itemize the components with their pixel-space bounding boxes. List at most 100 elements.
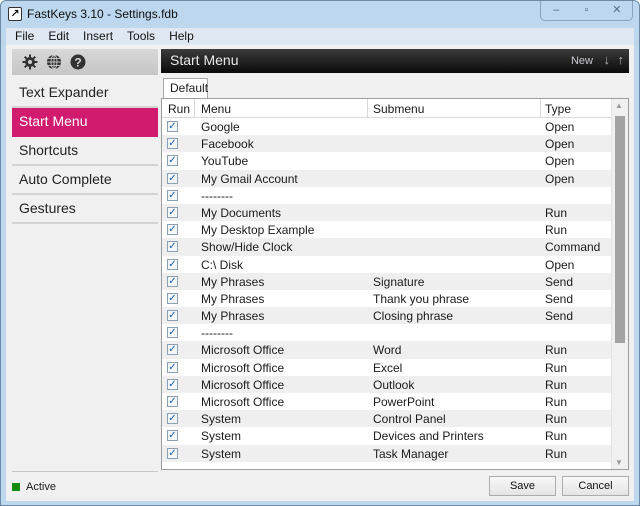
- column-divider[interactable]: [194, 99, 195, 118]
- menu-insert[interactable]: Insert: [83, 28, 113, 45]
- table-row[interactable]: ✓ My Phrases Thank you phrase Send: [162, 290, 612, 307]
- sidebar-item-gestures[interactable]: Gestures: [12, 195, 158, 224]
- table-row[interactable]: ✓ Google Open: [162, 118, 612, 135]
- table-row[interactable]: ✓ My Gmail Account Open: [162, 169, 612, 187]
- help-icon[interactable]: ?: [70, 54, 86, 70]
- sidebar-item-text-expander[interactable]: Text Expander: [12, 79, 158, 108]
- move-down-icon[interactable]: ↓: [604, 52, 611, 67]
- globe-icon[interactable]: [46, 54, 62, 70]
- gear-icon[interactable]: [22, 54, 38, 70]
- run-checkbox[interactable]: ✓: [167, 447, 178, 459]
- client-area: ? Text Expander Start Menu Shortcuts Aut…: [6, 45, 634, 501]
- table-row[interactable]: ✓ Microsoft Office PowerPoint Run: [162, 393, 612, 410]
- menu-cell: Show/Hide Clock: [201, 240, 293, 255]
- menu-cell: My Phrases: [201, 309, 265, 324]
- vertical-scrollbar[interactable]: ▲ ▼: [611, 99, 628, 469]
- table-row[interactable]: ✓ My Desktop Example Run: [162, 221, 612, 238]
- menu-cell: System: [201, 429, 242, 444]
- table-row[interactable]: ✓ C:\ Disk Open: [162, 256, 612, 273]
- table-row[interactable]: ✓ My Phrases Signature Send: [162, 272, 612, 290]
- column-header-type[interactable]: Type: [545, 102, 571, 116]
- maximize-button[interactable]: ▫: [571, 1, 601, 20]
- scroll-up-icon[interactable]: ▲: [615, 101, 623, 110]
- run-checkbox[interactable]: ✓: [167, 344, 178, 356]
- run-checkbox[interactable]: ✓: [167, 396, 178, 407]
- menu-cell: My Desktop Example: [201, 223, 315, 238]
- table-row[interactable]: ✓ Show/Hide Clock Command: [162, 238, 612, 256]
- type-cell: Send: [545, 291, 574, 306]
- run-checkbox[interactable]: ✓: [167, 413, 178, 425]
- column-divider[interactable]: [367, 99, 368, 118]
- start-menu-table: Run Menu Submenu Type ✓ Google Open ✓ Facebo…: [161, 98, 629, 470]
- minimize-button[interactable]: ‒: [541, 1, 571, 20]
- scroll-down-icon[interactable]: ▼: [615, 458, 623, 467]
- column-divider[interactable]: [540, 99, 541, 118]
- svg-text:?: ?: [74, 56, 81, 70]
- tab-default[interactable]: Default: [163, 78, 208, 99]
- sidebar-item-shortcuts[interactable]: Shortcuts: [12, 137, 158, 166]
- close-button[interactable]: ✕: [602, 1, 632, 20]
- table-row[interactable]: ✓ Microsoft Office Excel Run: [162, 359, 612, 376]
- submenu-cell: Devices and Printers: [373, 429, 484, 444]
- run-checkbox[interactable]: ✓: [167, 310, 178, 322]
- menu-bar: File Edit Insert Tools Help: [6, 28, 634, 45]
- menu-help[interactable]: Help: [169, 28, 194, 45]
- scrollbar-thumb[interactable]: [615, 116, 625, 343]
- table-row[interactable]: ✓ Microsoft Office Outlook Run: [162, 375, 612, 393]
- run-checkbox[interactable]: ✓: [167, 258, 178, 270]
- run-checkbox[interactable]: ✓: [167, 138, 178, 150]
- run-checkbox[interactable]: ✓: [167, 430, 178, 442]
- run-checkbox[interactable]: ✓: [167, 206, 178, 218]
- run-checkbox[interactable]: ✓: [167, 327, 178, 339]
- submenu-cell: Task Manager: [373, 446, 449, 461]
- run-checkbox[interactable]: ✓: [167, 121, 178, 132]
- app-window: ↗ FastKeys 3.10 - Settings.fdb ‒ ▫ ✕ Fil…: [0, 0, 640, 506]
- status-indicator: Active: [12, 481, 56, 493]
- table-row[interactable]: ✓ Microsoft Office Word Run: [162, 341, 612, 359]
- table-body: ✓ Google Open ✓ Facebook Open ✓ YouTube Open ✓ My …: [162, 118, 612, 462]
- run-checkbox[interactable]: ✓: [167, 224, 178, 236]
- sidebar-nav: Text Expander Start Menu Shortcuts Auto …: [12, 79, 158, 224]
- menu-cell: System: [201, 446, 242, 461]
- menu-edit[interactable]: Edit: [48, 28, 69, 45]
- submenu-cell: PowerPoint: [373, 395, 435, 409]
- table-row[interactable]: ✓ YouTube Open: [162, 152, 612, 169]
- type-cell: Run: [545, 395, 568, 409]
- new-button[interactable]: New: [571, 55, 593, 67]
- column-header-submenu[interactable]: Submenu: [373, 102, 424, 116]
- cancel-button[interactable]: Cancel: [562, 476, 629, 496]
- save-button[interactable]: Save: [489, 476, 556, 496]
- table-row[interactable]: ✓ --------: [162, 324, 612, 341]
- table-row[interactable]: ✓ System Devices and Printers Run: [162, 427, 612, 444]
- run-checkbox[interactable]: ✓: [167, 378, 178, 390]
- submenu-cell: Thank you phrase: [373, 291, 470, 306]
- table-row[interactable]: ✓ My Phrases Closing phrase Send: [162, 307, 612, 325]
- status-dot-icon: [12, 483, 20, 491]
- menu-tools[interactable]: Tools: [127, 28, 155, 45]
- column-header-menu[interactable]: Menu: [201, 102, 231, 116]
- run-checkbox[interactable]: ✓: [167, 275, 178, 287]
- run-checkbox[interactable]: ✓: [167, 189, 178, 201]
- run-checkbox[interactable]: ✓: [167, 155, 178, 167]
- table-row[interactable]: ✓ System Control Panel Run: [162, 410, 612, 428]
- type-cell: Open: [545, 137, 575, 152]
- run-checkbox[interactable]: ✓: [167, 361, 178, 373]
- app-icon: ↗: [8, 7, 22, 21]
- table-header: Run Menu Submenu Type: [162, 99, 612, 118]
- menu-cell: Microsoft Office: [201, 343, 285, 358]
- run-checkbox[interactable]: ✓: [167, 292, 178, 304]
- sidebar-item-auto-complete[interactable]: Auto Complete: [12, 166, 158, 195]
- sidebar-item-start-menu[interactable]: Start Menu: [12, 108, 158, 137]
- move-up-icon[interactable]: ↑: [618, 52, 625, 67]
- section-header: Start Menu New ↓ ↑: [161, 49, 629, 73]
- table-row[interactable]: ✓ My Documents Run: [162, 203, 612, 222]
- table-row[interactable]: ✓ --------: [162, 187, 612, 204]
- run-checkbox[interactable]: ✓: [167, 241, 178, 253]
- menu-cell: Microsoft Office: [201, 395, 285, 409]
- table-row[interactable]: ✓ System Task Manager Run: [162, 444, 612, 462]
- menu-file[interactable]: File: [15, 28, 34, 45]
- column-header-run[interactable]: Run: [168, 102, 190, 116]
- type-cell: Run: [545, 377, 568, 392]
- table-row[interactable]: ✓ Facebook Open: [162, 135, 612, 153]
- run-checkbox[interactable]: ✓: [167, 172, 178, 184]
